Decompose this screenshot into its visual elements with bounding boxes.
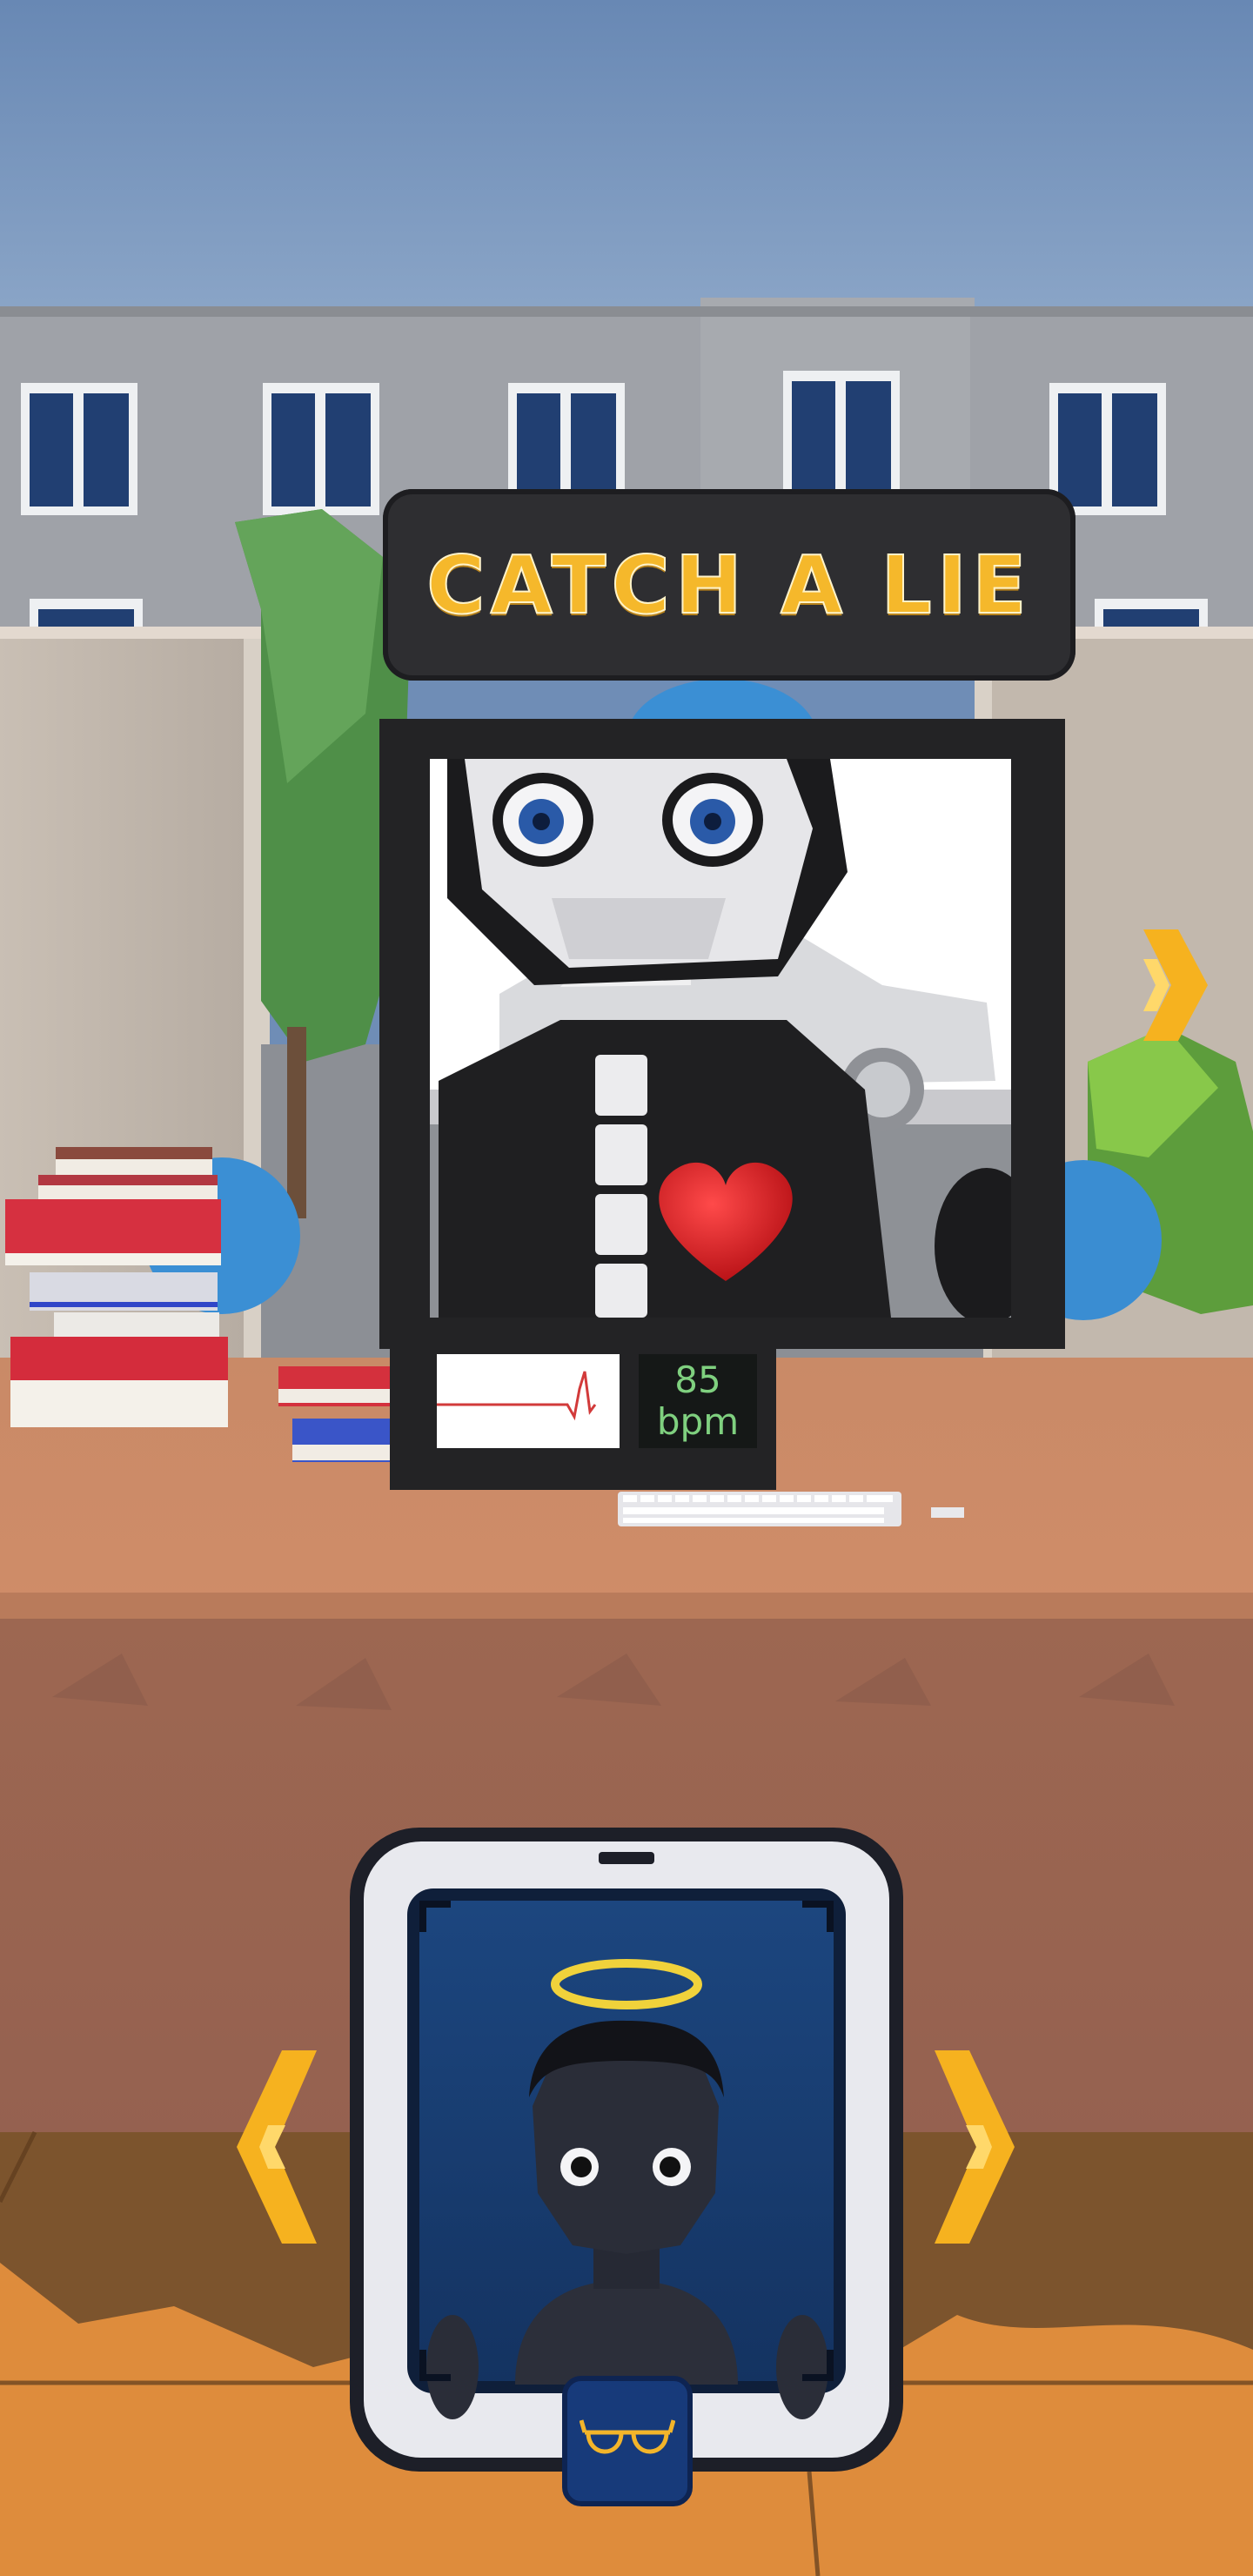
suspect-video-feed <box>430 759 1011 1318</box>
heart-rate-value: 85 <box>674 1358 721 1401</box>
chevron-left-icon[interactable] <box>233 2047 320 2247</box>
chevron-right-icon[interactable] <box>1140 924 1209 1046</box>
suspect-selector-phone <box>350 1828 903 2472</box>
title-banner: CATCH A LIE <box>383 489 1075 681</box>
glasses-icon <box>579 2413 676 2469</box>
game-title: CATCH A LIE <box>425 538 1032 633</box>
chevron-right-icon[interactable] <box>931 2047 1018 2247</box>
ekg-graph <box>437 1354 620 1448</box>
heart-rate-unit: bpm <box>656 1400 740 1443</box>
glasses-tool-button[interactable] <box>562 2376 693 2506</box>
heart-rate-readout: 85 bpm <box>639 1354 757 1448</box>
